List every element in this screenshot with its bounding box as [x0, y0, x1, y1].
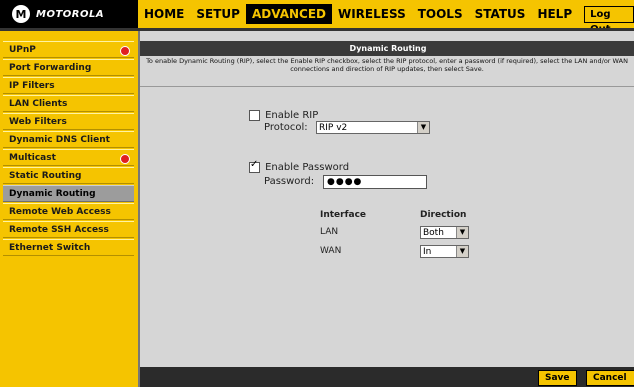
sidebar-item-web-filters[interactable]: Web Filters: [3, 113, 134, 130]
sidebar-item-label: Static Routing: [9, 171, 82, 181]
sidebar-item-remote-ssh-access[interactable]: Remote SSH Access: [3, 221, 134, 238]
nav-setup[interactable]: SETUP: [190, 4, 246, 24]
enable-password-checkbox[interactable]: ✓: [249, 159, 260, 173]
action-bar: Save Cancel: [140, 367, 634, 387]
cancel-button[interactable]: Cancel: [586, 370, 634, 386]
main-panel: Dynamic Routing To enable Dynamic Routin…: [138, 31, 634, 387]
brand-name: MOTOROLA: [36, 8, 105, 20]
sidebar-item-label: Web Filters: [9, 117, 67, 127]
sidebar-item-label: LAN Clients: [9, 99, 68, 109]
sidebar-item-multicast[interactable]: Multicast: [3, 149, 134, 166]
sidebar-item-label: Dynamic Routing: [9, 189, 96, 199]
nav-status[interactable]: STATUS: [469, 4, 532, 24]
sidebar-item-label: Port Forwarding: [9, 63, 92, 73]
enable-password-row: ✓ Enable Password: [249, 157, 349, 176]
sidebar: UPnP Port Forwarding IP Filters LAN Clie…: [0, 31, 138, 387]
password-label: Password:: [264, 176, 315, 187]
top-navigation-bar: M MOTOROLA HOME SETUP ADVANCED WIRELESS …: [0, 0, 634, 35]
sidebar-item-port-forwarding[interactable]: Port Forwarding: [3, 59, 134, 76]
lan-direction-select[interactable]: Both ▼: [420, 226, 469, 239]
motorola-logo-icon: M: [12, 5, 30, 23]
protocol-select[interactable]: RIP v2 ▼: [316, 121, 430, 134]
interface-wan: WAN: [320, 246, 342, 256]
nav-advanced[interactable]: ADVANCED: [245, 4, 332, 24]
sidebar-item-label: Remote Web Access: [9, 207, 111, 217]
protocol-label: Protocol:: [264, 122, 308, 133]
nav-tools[interactable]: TOOLS: [412, 4, 469, 24]
interface-header: Interface: [320, 210, 367, 220]
sidebar-item-label: UPnP: [9, 45, 36, 55]
sidebar-item-ip-filters[interactable]: IP Filters: [3, 77, 134, 94]
sidebar-item-lan-clients[interactable]: LAN Clients: [3, 95, 134, 112]
dropdown-arrow-icon: ▼: [456, 246, 468, 257]
nav-help[interactable]: HELP: [531, 4, 578, 24]
dropdown-arrow-icon: ▼: [417, 122, 429, 133]
logout-button[interactable]: Log Out: [584, 5, 634, 35]
main-nav: HOME SETUP ADVANCED WIRELESS TOOLS STATU…: [138, 0, 634, 35]
page-description: To enable Dynamic Routing (RIP), select …: [146, 57, 628, 73]
password-input[interactable]: ●●●●: [323, 175, 427, 189]
sidebar-item-remote-web-access[interactable]: Remote Web Access: [3, 203, 134, 220]
page-title: Dynamic Routing: [140, 41, 634, 56]
sidebar-item-label: Remote SSH Access: [9, 225, 109, 235]
lan-direction-value: Both: [423, 228, 444, 238]
sidebar-item-static-routing[interactable]: Static Routing: [3, 167, 134, 184]
enable-password-label: Enable Password: [265, 162, 350, 173]
direction-header: Direction: [420, 210, 467, 220]
checkmark-icon: ✓: [250, 159, 259, 170]
alert-badge-icon: [120, 154, 130, 164]
protocol-value: RIP v2: [319, 123, 348, 133]
alert-badge-icon: [120, 46, 130, 56]
sidebar-item-ethernet-switch[interactable]: Ethernet Switch: [3, 239, 134, 256]
sidebar-item-label: Dynamic DNS Client: [9, 135, 110, 145]
sidebar-item-label: Ethernet Switch: [9, 243, 91, 253]
sidebar-item-dynamic-dns-client[interactable]: Dynamic DNS Client: [3, 131, 134, 148]
content-divider: [140, 86, 634, 87]
enable-rip-label: Enable RIP: [265, 110, 319, 121]
wan-direction-select[interactable]: In ▼: [420, 245, 469, 258]
sidebar-item-label: Multicast: [9, 153, 56, 163]
save-button[interactable]: Save: [538, 370, 577, 386]
sidebar-item-upnp[interactable]: UPnP: [3, 41, 134, 58]
sidebar-item-label: IP Filters: [9, 81, 55, 91]
wan-direction-value: In: [423, 247, 432, 257]
enable-rip-checkbox[interactable]: [249, 110, 260, 121]
nav-wireless[interactable]: WIRELESS: [332, 4, 412, 24]
interface-lan: LAN: [320, 227, 339, 237]
brand-logo: M MOTOROLA: [0, 0, 138, 28]
nav-home[interactable]: HOME: [138, 4, 190, 24]
sidebar-item-dynamic-routing[interactable]: Dynamic Routing: [3, 185, 134, 202]
dropdown-arrow-icon: ▼: [456, 227, 468, 238]
